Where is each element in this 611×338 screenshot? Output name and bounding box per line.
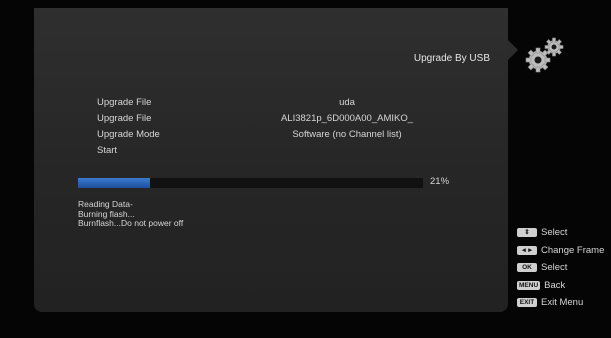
help-label: Change Frame (541, 244, 605, 256)
left-right-key-icon: ◄► (517, 245, 537, 255)
ok-key-icon: OK (517, 263, 537, 273)
help-label: Select (541, 227, 568, 239)
upgrade-progress-bar (78, 178, 423, 188)
help-item: ⇕ Select (517, 224, 604, 242)
upgrade-file-row[interactable]: Upgrade File uda (97, 97, 457, 113)
panel-title: Upgrade By USB (413, 53, 490, 64)
row-label: Upgrade File (97, 113, 152, 124)
panel-notch (508, 40, 518, 60)
help-item: ◄► Change Frame (517, 242, 604, 260)
status-log: Reading Data- Burning flash... Burnflash… (78, 199, 184, 229)
row-label: Upgrade File (97, 97, 152, 108)
help-item: MENU Back (517, 277, 604, 295)
start-row[interactable]: Start (97, 145, 457, 161)
help-item: EXIT Exit Menu (517, 294, 604, 312)
row-value: uda (339, 97, 355, 108)
upgrade-form: Upgrade File uda Upgrade File ALI3821p_6… (97, 97, 457, 161)
row-label: Upgrade Mode (97, 129, 160, 140)
help-label: Back (544, 279, 566, 291)
progress-fill (78, 178, 151, 188)
upgrade-file-name-row[interactable]: Upgrade File ALI3821p_6D000A00_AMIKO_ (97, 113, 457, 129)
settings-gears-icon (525, 37, 564, 73)
progress-percent: 21% (430, 176, 450, 187)
row-value: Software (no Channel list) (292, 129, 402, 140)
help-label: Select (541, 262, 568, 274)
log-line: Burnflash...Do not power off (78, 218, 184, 228)
help-item: OK Select (517, 259, 604, 277)
upgrade-mode-row[interactable]: Upgrade Mode Software (no Channel list) (97, 129, 457, 145)
help-label: Exit Menu (541, 297, 584, 309)
menu-key-icon: MENU (517, 280, 541, 290)
row-value: ALI3821p_6D000A00_AMIKO_ (280, 113, 414, 124)
up-down-key-icon: ⇕ (517, 228, 537, 238)
key-help: ⇕ Select ◄► Change Frame OK Select MENU … (517, 224, 604, 312)
exit-key-icon: EXIT (517, 298, 537, 308)
start-button[interactable]: Start (97, 145, 117, 156)
